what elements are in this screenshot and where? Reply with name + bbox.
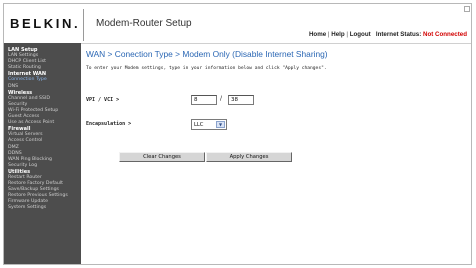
page-title: WAN > Conection Type > Modem Only (Disab… <box>86 49 328 59</box>
home-link[interactable]: Home <box>309 31 326 38</box>
header-divider <box>83 9 84 41</box>
vpi-vci-separator: / <box>220 95 223 102</box>
sidebar: LAN Setup LAN Settings DHCP Client List … <box>4 43 81 264</box>
encapsulation-label: Encapsulation > <box>86 121 132 127</box>
status-label: Internet Status: <box>375 31 422 38</box>
scrollbar-corner[interactable] <box>464 6 470 12</box>
encapsulation-select[interactable]: LLC ▼ <box>191 119 227 130</box>
vpi-vci-label: VPI / VCI > <box>86 97 120 103</box>
apply-changes-button[interactable]: Apply Changes <box>206 152 292 162</box>
browser-frame: BELKIN. Modem-Router Setup Home | Help |… <box>3 3 472 265</box>
vci-input[interactable]: 38 <box>228 95 254 105</box>
intro-text: To enter your Modem settings, type in yo… <box>86 66 327 71</box>
main-content: WAN > Conection Type > Modem Only (Disab… <box>81 43 471 264</box>
vpi-input[interactable]: 8 <box>191 95 217 105</box>
chevron-down-icon[interactable]: ▼ <box>216 121 225 128</box>
sidebar-item-system-settings[interactable]: System Settings <box>8 205 81 211</box>
encapsulation-selected-value: LLC <box>194 122 204 128</box>
help-link[interactable]: Help <box>331 31 344 38</box>
logout-link[interactable]: Logout <box>350 31 371 38</box>
top-nav: Home | Help | Logout Internet Status: No… <box>309 31 467 38</box>
header: BELKIN. Modem-Router Setup Home | Help |… <box>4 4 471 43</box>
clear-changes-button[interactable]: Clear Changes <box>119 152 205 162</box>
internet-status-value: Not Connected <box>423 31 467 38</box>
belkin-logo[interactable]: BELKIN. <box>10 16 80 31</box>
app-title: Modem-Router Setup <box>96 18 192 29</box>
